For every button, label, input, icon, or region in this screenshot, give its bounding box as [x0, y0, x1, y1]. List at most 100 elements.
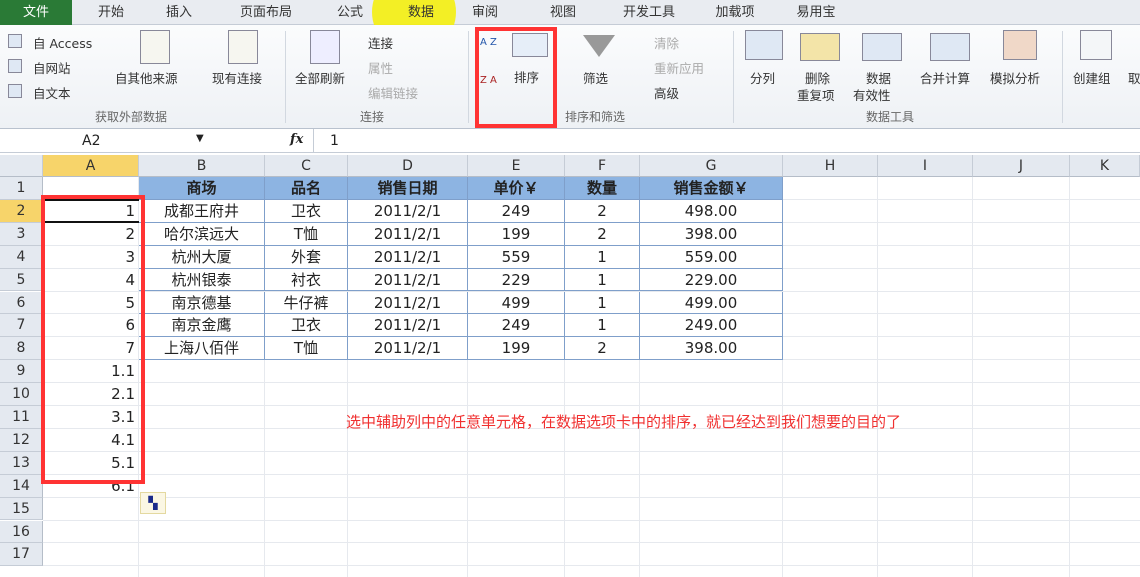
column-header-B[interactable]: B: [139, 155, 265, 177]
row-header-3[interactable]: 3: [0, 222, 43, 246]
table-cell[interactable]: 249: [468, 199, 565, 223]
tab-6[interactable]: 审阅: [455, 0, 515, 25]
from-access-button[interactable]: 自 Access: [33, 33, 92, 52]
table-cell[interactable]: 229.00: [640, 268, 783, 292]
name-box[interactable]: A2: [82, 133, 100, 149]
row-header-15[interactable]: 15: [0, 497, 43, 521]
tab-2[interactable]: 插入: [150, 0, 208, 25]
table-cell[interactable]: 2011/2/1: [348, 222, 468, 246]
table-cell[interactable]: 南京金鹰: [139, 314, 265, 338]
tab-9[interactable]: 加载项: [700, 0, 770, 25]
table-header-cell[interactable]: 单价￥: [468, 177, 565, 200]
table-cell[interactable]: T恤: [265, 337, 348, 361]
text-to-columns-button[interactable]: 分列: [750, 68, 775, 87]
table-cell[interactable]: T恤: [265, 222, 348, 246]
column-header-E[interactable]: E: [468, 155, 565, 177]
table-header-cell[interactable]: 销售金额￥: [640, 177, 783, 200]
row-header-14[interactable]: 14: [0, 474, 43, 498]
table-cell[interactable]: 卫衣: [265, 199, 348, 223]
from-text-button[interactable]: 自文本: [33, 83, 71, 102]
row-header-10[interactable]: 10: [0, 383, 43, 406]
name-box-dropdown-icon[interactable]: ▼: [196, 133, 204, 144]
table-cell[interactable]: 2: [565, 199, 640, 223]
table-cell[interactable]: 499: [468, 291, 565, 315]
column-header-I[interactable]: I: [878, 155, 973, 177]
row-header-12[interactable]: 12: [0, 428, 43, 452]
advanced-button[interactable]: 高级: [654, 83, 679, 102]
edit-links-button[interactable]: 编辑链接: [368, 83, 418, 102]
table-cell[interactable]: 哈尔滨远大: [139, 222, 265, 246]
row-header-1[interactable]: 1: [0, 177, 43, 200]
tab-10[interactable]: 易用宝: [783, 0, 849, 25]
table-cell[interactable]: 1: [565, 268, 640, 292]
other-sources-button[interactable]: 自其他来源: [115, 68, 178, 87]
table-cell[interactable]: 杭州大厦: [139, 245, 265, 269]
table-cell[interactable]: 1: [565, 314, 640, 338]
tab-8[interactable]: 开发工具: [605, 0, 693, 25]
table-cell[interactable]: 卫衣: [265, 314, 348, 338]
what-if-button[interactable]: 模拟分析: [990, 68, 1040, 87]
table-cell[interactable]: 2011/2/1: [348, 337, 468, 361]
column-header-C[interactable]: C: [265, 155, 348, 177]
row-header-6[interactable]: 6: [0, 291, 43, 315]
tab-7[interactable]: 视图: [535, 0, 591, 25]
connections-button[interactable]: 连接: [368, 33, 393, 52]
row-header-5[interactable]: 5: [0, 268, 43, 292]
table-header-cell[interactable]: 数量: [565, 177, 640, 200]
table-cell[interactable]: 229: [468, 268, 565, 292]
table-cell[interactable]: 上海八佰伴: [139, 337, 265, 361]
refresh-all-button[interactable]: 全部刷新: [295, 68, 345, 87]
table-cell[interactable]: 南京德基: [139, 291, 265, 315]
column-header-A[interactable]: A: [43, 155, 139, 177]
column-header-G[interactable]: G: [640, 155, 783, 177]
tab-4[interactable]: 公式: [320, 0, 380, 25]
column-header-J[interactable]: J: [973, 155, 1070, 177]
table-cell[interactable]: 2011/2/1: [348, 314, 468, 338]
consolidate-button[interactable]: 合并计算: [920, 68, 970, 87]
tab-3[interactable]: 页面布局: [222, 0, 310, 25]
table-cell[interactable]: 249.00: [640, 314, 783, 338]
formula-input[interactable]: 1: [330, 133, 339, 149]
row-header-13[interactable]: 13: [0, 451, 43, 475]
column-header-K[interactable]: K: [1070, 155, 1140, 177]
table-cell[interactable]: 498.00: [640, 199, 783, 223]
table-cell[interactable]: 衬衣: [265, 268, 348, 292]
tab-5[interactable]: 数据: [393, 0, 449, 25]
paste-options-icon[interactable]: ▚: [140, 492, 166, 514]
table-header-cell[interactable]: 品名: [265, 177, 348, 200]
row-header-2[interactable]: 2: [0, 199, 43, 223]
column-header-F[interactable]: F: [565, 155, 640, 177]
ungroup-button[interactable]: 取: [1128, 68, 1140, 87]
column-header-H[interactable]: H: [783, 155, 878, 177]
column-header-D[interactable]: D: [348, 155, 468, 177]
properties-button[interactable]: 属性: [368, 58, 393, 77]
tab-0[interactable]: 文件: [0, 0, 72, 25]
table-cell[interactable]: 2011/2/1: [348, 291, 468, 315]
table-cell[interactable]: 2: [565, 222, 640, 246]
row-header-4[interactable]: 4: [0, 245, 43, 269]
existing-connections-button[interactable]: 现有连接: [212, 68, 262, 87]
table-cell[interactable]: 499.00: [640, 291, 783, 315]
table-cell[interactable]: 398.00: [640, 222, 783, 246]
tab-1[interactable]: 开始: [82, 0, 140, 25]
from-web-button[interactable]: 自网站: [33, 58, 71, 77]
table-cell[interactable]: 559: [468, 245, 565, 269]
table-cell[interactable]: 2011/2/1: [348, 245, 468, 269]
table-cell[interactable]: 成都王府井: [139, 199, 265, 223]
table-cell[interactable]: 2011/2/1: [348, 268, 468, 292]
table-cell[interactable]: 杭州银泰: [139, 268, 265, 292]
table-cell[interactable]: 559.00: [640, 245, 783, 269]
table-cell[interactable]: 199: [468, 337, 565, 361]
table-cell[interactable]: 2: [565, 337, 640, 361]
table-cell[interactable]: 2011/2/1: [348, 199, 468, 223]
row-header-8[interactable]: 8: [0, 337, 43, 361]
row-header-17[interactable]: 17: [0, 543, 43, 567]
table-cell[interactable]: 牛仔裤: [265, 291, 348, 315]
row-header-11[interactable]: 11: [0, 406, 43, 429]
table-cell[interactable]: 199: [468, 222, 565, 246]
filter-button[interactable]: 筛选: [583, 68, 608, 87]
fx-icon[interactable]: fx: [290, 132, 303, 147]
table-header-cell[interactable]: 销售日期: [348, 177, 468, 200]
table-cell[interactable]: 外套: [265, 245, 348, 269]
table-cell[interactable]: 249: [468, 314, 565, 338]
